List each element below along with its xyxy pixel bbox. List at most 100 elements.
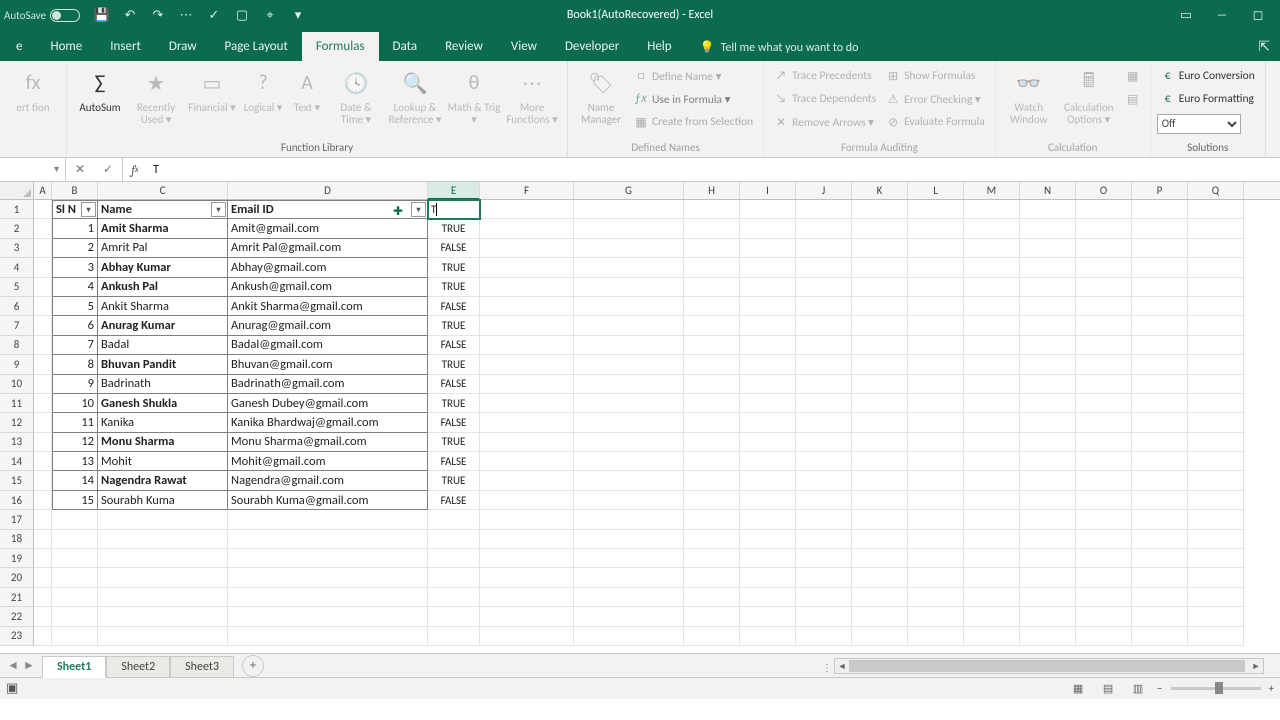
cell[interactable] [1020, 452, 1076, 471]
cell[interactable] [98, 510, 228, 529]
cell[interactable] [574, 627, 684, 646]
row-header[interactable]: 15 [0, 471, 34, 490]
col-header[interactable]: I [740, 182, 796, 199]
cell[interactable] [34, 549, 52, 568]
cell[interactable] [684, 452, 740, 471]
row-header[interactable]: 23 [0, 627, 34, 646]
save-icon[interactable]: 💾 [90, 4, 114, 26]
cell[interactable] [574, 491, 684, 510]
qat-more-icon[interactable]: ▾ [286, 4, 310, 26]
cell[interactable]: Ganesh Shukla [98, 394, 228, 413]
row-header[interactable]: 8 [0, 336, 34, 355]
filter-button[interactable]: ▾ [411, 202, 426, 217]
cell[interactable] [480, 568, 574, 587]
cell[interactable] [480, 471, 574, 490]
tab-developer[interactable]: Developer [551, 32, 633, 61]
cell[interactable] [852, 258, 908, 277]
zoom-out-icon[interactable]: − [1157, 682, 1162, 695]
col-header[interactable]: J [796, 182, 852, 199]
row-header[interactable]: 20 [0, 568, 34, 587]
cell[interactable] [1020, 239, 1076, 258]
cell[interactable] [228, 627, 428, 646]
cell[interactable]: Abhay Kumar [98, 258, 228, 277]
cell[interactable] [1132, 316, 1188, 335]
cell[interactable] [740, 297, 796, 316]
cell[interactable] [908, 607, 964, 626]
cell[interactable] [908, 355, 964, 374]
cell[interactable] [480, 607, 574, 626]
cell[interactable] [1076, 278, 1132, 297]
cell[interactable] [908, 297, 964, 316]
cell[interactable] [34, 607, 52, 626]
col-header[interactable]: D [228, 182, 428, 199]
cell[interactable]: Anurag Kumar [98, 316, 228, 335]
formula-input[interactable]: T [147, 158, 1280, 181]
worksheet-grid[interactable]: A B C D E F G H I J K L M N O P Q 1Sl N▾… [0, 182, 1280, 653]
enter-entry-icon[interactable]: ✓ [94, 162, 122, 177]
col-header[interactable]: A [34, 182, 52, 199]
cell[interactable]: 9 [52, 375, 98, 394]
cell[interactable] [1076, 336, 1132, 355]
cell[interactable]: Bhuvan@gmail.com [228, 355, 428, 374]
cell[interactable] [1076, 627, 1132, 646]
cell[interactable] [1188, 219, 1244, 238]
cell[interactable] [684, 258, 740, 277]
cell[interactable] [1132, 297, 1188, 316]
cell[interactable] [1020, 219, 1076, 238]
cell[interactable] [574, 336, 684, 355]
col-header[interactable]: L [908, 182, 964, 199]
use-in-formula-button[interactable]: ƒ𝑥Use in Formula ▾ [630, 88, 757, 110]
cell[interactable] [34, 336, 52, 355]
page-break-view-icon[interactable]: ▥ [1127, 680, 1149, 698]
cell[interactable] [740, 549, 796, 568]
cell[interactable] [52, 627, 98, 646]
check-icon[interactable]: ✓ [202, 4, 226, 26]
cell[interactable] [574, 549, 684, 568]
cell[interactable] [1020, 588, 1076, 607]
cell[interactable] [964, 607, 1020, 626]
cell[interactable]: Nagendra Rawat [98, 471, 228, 490]
col-header[interactable]: B [52, 182, 98, 199]
cell[interactable] [796, 510, 852, 529]
cell[interactable] [34, 316, 52, 335]
cell[interactable] [964, 336, 1020, 355]
cell[interactable] [52, 510, 98, 529]
remove-arrows-button[interactable]: ✕Remove Arrows ▾ [770, 111, 880, 133]
cell[interactable] [34, 355, 52, 374]
cell[interactable] [796, 471, 852, 490]
cell[interactable] [1132, 549, 1188, 568]
cell[interactable] [1076, 375, 1132, 394]
cell[interactable] [908, 219, 964, 238]
scroll-left-icon[interactable]: ◄ [835, 659, 849, 673]
cell[interactable] [964, 316, 1020, 335]
cell[interactable]: FALSE [428, 239, 480, 258]
cell[interactable] [908, 375, 964, 394]
cell[interactable] [908, 413, 964, 432]
cell[interactable]: 6 [52, 316, 98, 335]
cell[interactable] [740, 219, 796, 238]
cell[interactable] [34, 510, 52, 529]
cell[interactable] [1132, 530, 1188, 549]
cell[interactable] [1076, 433, 1132, 452]
cell[interactable]: Kanika [98, 413, 228, 432]
cell[interactable] [964, 219, 1020, 238]
cell[interactable] [1132, 258, 1188, 277]
row-header[interactable]: 18 [0, 530, 34, 549]
cell[interactable] [796, 394, 852, 413]
col-header[interactable]: F [480, 182, 574, 199]
insert-function-button[interactable]: fxert tion [6, 65, 60, 114]
cell[interactable]: Ankush@gmail.com [228, 278, 428, 297]
row-header[interactable]: 22 [0, 607, 34, 626]
cell[interactable]: TRUE [428, 219, 480, 238]
cell[interactable] [796, 316, 852, 335]
cell[interactable] [964, 471, 1020, 490]
cell[interactable] [1188, 278, 1244, 297]
cell[interactable] [1132, 510, 1188, 529]
cell[interactable] [574, 375, 684, 394]
cell[interactable] [852, 219, 908, 238]
sheet-tab-1[interactable]: Sheet1 [42, 656, 106, 678]
cell[interactable]: 7 [52, 336, 98, 355]
cell[interactable] [796, 219, 852, 238]
cell[interactable] [1188, 530, 1244, 549]
financial-button[interactable]: ▭Financial ▾ [185, 65, 239, 114]
